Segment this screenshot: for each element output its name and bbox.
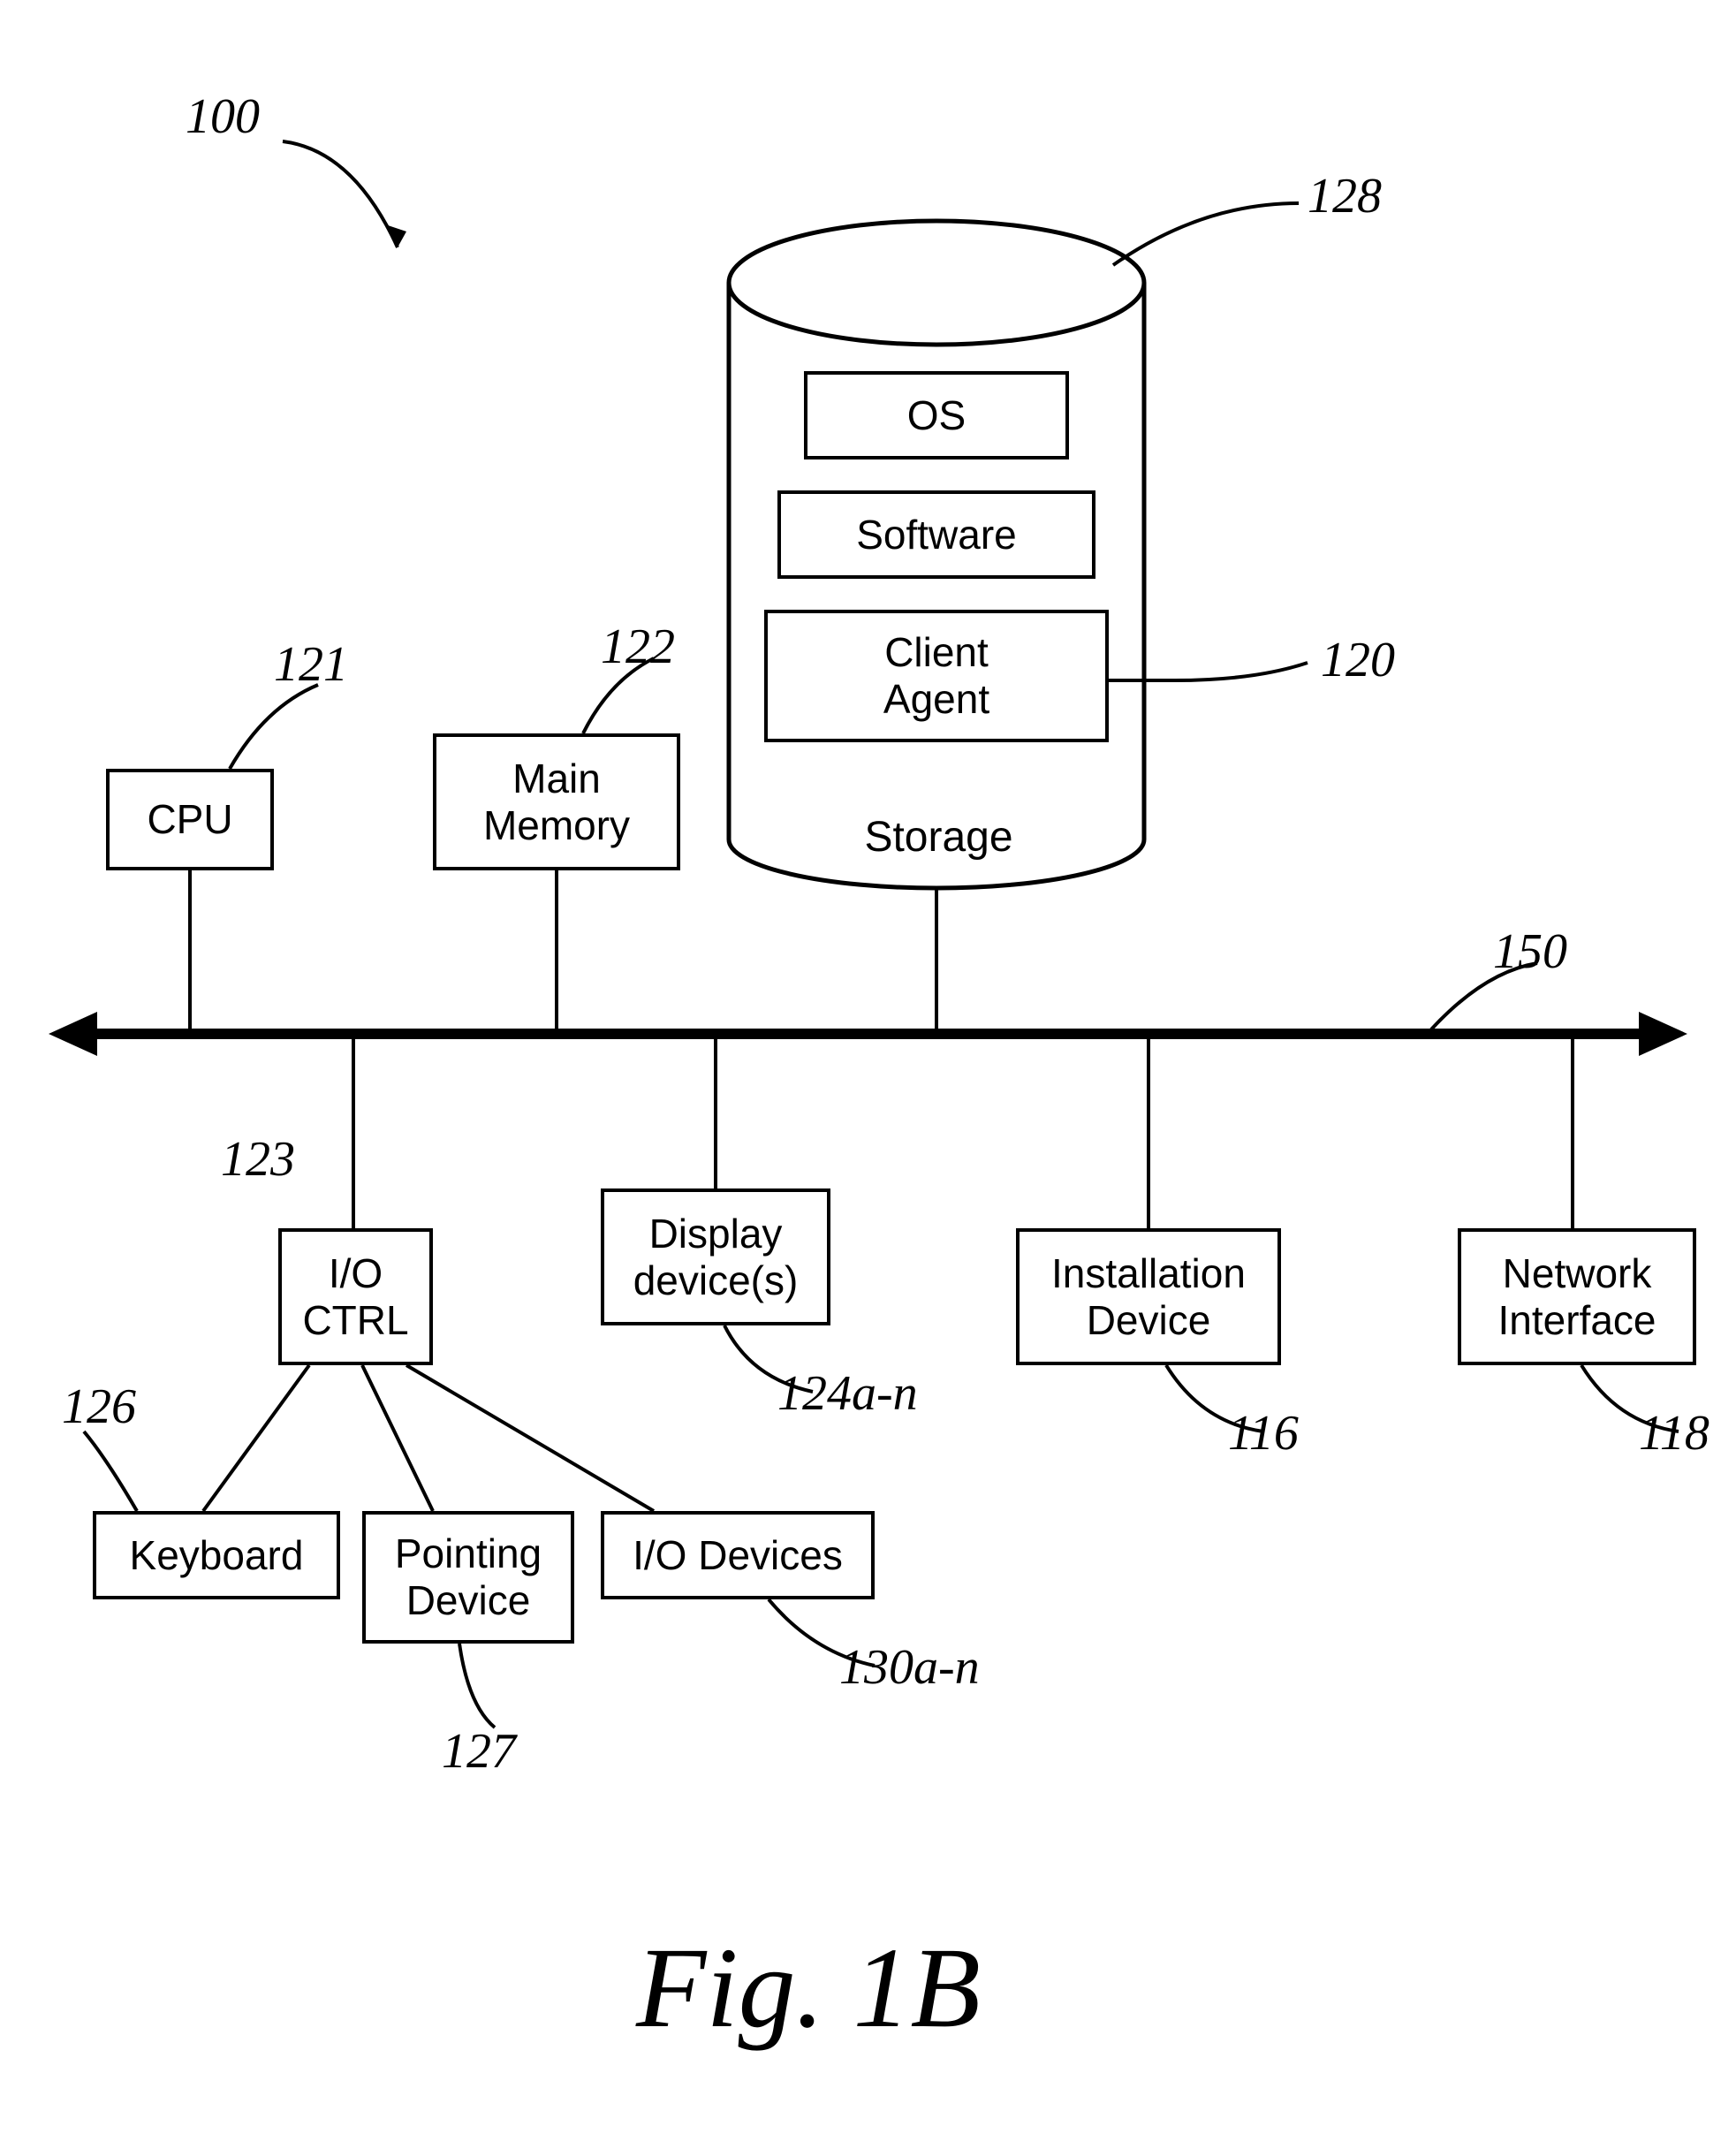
- figure-caption: Fig. 1B: [636, 1922, 981, 2054]
- diagram-canvas: 100 128 OS Software Client Agent 120 Sto…: [0, 0, 1736, 2149]
- ref-io-devices: 130a-n: [839, 1639, 980, 1696]
- leader-io-devices-ref: [0, 0, 1736, 2149]
